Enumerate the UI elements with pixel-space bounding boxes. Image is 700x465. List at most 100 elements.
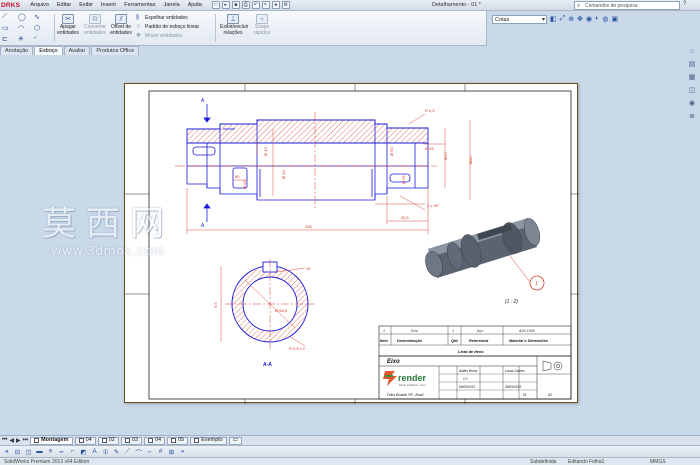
color-display-icon[interactable]: ◩ (79, 448, 88, 456)
circle-icon[interactable]: ◯ (18, 13, 34, 21)
sheet-tab-03[interactable]: 03 (120, 436, 142, 445)
menu-editar[interactable]: Editar (53, 2, 75, 8)
menu-exibir[interactable]: Exibir (75, 2, 97, 8)
section-view-label: A-A (263, 362, 272, 368)
app-logo: DRKS (1, 1, 21, 9)
scene-icon[interactable]: ▣ (611, 15, 618, 23)
offset-entities-button[interactable]: ⫽ Offset de entidades (108, 14, 134, 36)
resources-icon[interactable]: ⌂ (690, 48, 694, 55)
convert-entities-button[interactable]: ⧉ Converter entidades (82, 14, 108, 36)
relations-button[interactable]: ⊥ Exibir/excluir relações (220, 14, 248, 36)
bom-item: 1 (383, 329, 385, 333)
tab-anotacao[interactable]: Anotação (0, 46, 34, 55)
drawing-sheet[interactable]: A A 296 26,5 80 2 x 45° R 0,5 Ø70 Ø60 Ø … (124, 83, 579, 404)
save-icon[interactable]: ■ (231, 1, 240, 9)
help-icon[interactable]: ? (683, 1, 686, 7)
new-icon[interactable]: □ (211, 1, 220, 9)
rectangle-icon[interactable]: ▭ (2, 24, 18, 32)
last-sheet-icon[interactable]: ⏭ (23, 437, 28, 444)
fillet-icon[interactable]: ◜ (34, 35, 50, 43)
menu-inserir[interactable]: Inserir (97, 2, 120, 8)
arc-icon[interactable]: ◠ (18, 24, 34, 32)
grid-icon[interactable]: # (156, 448, 165, 455)
sheet-tab-04b[interactable]: 04 (143, 436, 166, 445)
open-icon[interactable]: ▸ (221, 1, 230, 9)
detail-balloon-label: 1 (535, 281, 538, 287)
graphics-area[interactable]: A A 296 26,5 80 2 x 45° R 0,5 Ø70 Ø60 Ø … (0, 55, 684, 435)
sheet-tab-02[interactable]: 02 (97, 436, 119, 445)
line-thickness-icon[interactable]: ≡ (46, 448, 55, 455)
options-icon[interactable]: ⚙ (281, 1, 290, 9)
move-entities-item[interactable]: ✥ Mover entidades (136, 32, 199, 41)
menu-ferramentas[interactable]: Ferramentas (120, 2, 159, 8)
search-input[interactable]: ⌕ Comandos de pesquisa (574, 1, 680, 10)
tab-produtos-office[interactable]: Produtos Office (91, 46, 140, 55)
hide-edge-icon[interactable]: ⌐ (68, 448, 77, 455)
zoom-fit-icon[interactable]: ⤢ (560, 15, 566, 23)
appearances-icon[interactable]: ◉ (689, 99, 695, 107)
file-explorer-icon[interactable]: ▦ (689, 73, 696, 81)
line-color-icon[interactable]: ▬ (35, 448, 44, 455)
trim-entities-button[interactable]: ✂ Apagar entidades (55, 14, 81, 36)
menu-janela[interactable]: Janela (159, 2, 183, 8)
menu-arquivo[interactable]: Arquivo (26, 2, 53, 8)
add-sheet-button[interactable]: ▭ (228, 436, 242, 445)
status-definition: Subdefinida (530, 459, 557, 465)
tab-avaliar[interactable]: Avaliar (63, 46, 91, 55)
zoom-area-icon[interactable]: ⊕ (568, 15, 574, 23)
font-icon[interactable]: A (90, 448, 99, 455)
pan-icon[interactable]: ✥ (577, 15, 583, 23)
display-style-icon[interactable]: ◉ (586, 15, 592, 23)
sheet-tab-04a[interactable]: 04 (74, 436, 96, 445)
sketch-icon[interactable]: ⟋ (123, 448, 132, 456)
polygon-icon[interactable]: ⬡ (34, 24, 50, 32)
print-icon[interactable]: ⎙ (241, 1, 250, 9)
layer-icon[interactable]: ◫ (24, 448, 33, 456)
view-palette-icon[interactable]: ◫ (689, 86, 696, 94)
design-library-icon[interactable]: ▤ (689, 60, 696, 68)
dim-mid-diameter: Ø60 (468, 156, 473, 164)
bom-qty: 1 (452, 329, 454, 333)
spline-icon[interactable]: ∿ (34, 13, 50, 21)
quick-snaps-button[interactable]: ⌖ Snaps rápidos (249, 14, 275, 36)
appearance-icon[interactable]: ◍ (602, 15, 608, 23)
prev-sheet-icon[interactable]: ◀ (9, 437, 14, 444)
select-icon[interactable]: ↖ (261, 1, 270, 9)
command-manager: ⟋ ◯ ∿ ▭ ◠ ⬡ ⊏ ✳ ◜ ✂ Apagar entidades ⧉ C… (0, 11, 487, 46)
align-center-icon[interactable]: ⊟ (13, 448, 22, 456)
note-icon[interactable]: ✎ (112, 448, 121, 456)
sketch-tools: ⟋ ◯ ∿ ▭ ◠ ⬡ ⊏ ✳ ◜ (2, 13, 52, 43)
format-value: A3 (547, 393, 552, 397)
sheet-tab-05[interactable]: 05 (167, 436, 189, 445)
more-tools-icon[interactable]: » (178, 448, 187, 455)
relations-icon: ⊥ (227, 14, 239, 24)
snap-grid-icon[interactable]: ⊞ (167, 448, 176, 456)
rebuild-icon[interactable]: ● (271, 1, 280, 9)
small-tools-column: ⫼ Espelhar entidades ⁘ Padrão de esboço li… (136, 14, 199, 41)
layer-properties-icon[interactable]: ◧ (550, 15, 557, 23)
mirror-entities-item[interactable]: ⫼ Espelhar entidades (136, 14, 199, 23)
drawn-by: Alafes Bruno (458, 369, 477, 373)
point-icon[interactable]: ✳ (18, 35, 34, 43)
layer-select[interactable]: Cotas (492, 15, 547, 24)
menu-ajuda[interactable]: Ajuda (184, 2, 206, 8)
bom-header-material: Material e Dimensões (509, 339, 548, 343)
line-icon[interactable]: ⟋ (2, 13, 18, 21)
sheet-tab-montagem[interactable]: Montagem (30, 436, 73, 445)
undo-icon[interactable]: ↶ (251, 1, 260, 9)
linear-pattern-item[interactable]: ⁘ Padrão de esboço linear (136, 23, 199, 32)
line-style-icon[interactable]: ┅ (57, 448, 66, 456)
quick-access-toolbar: □ ▸ ■ ⎙ ↶ ↖ ● ⚙ (211, 1, 290, 9)
slot-icon[interactable]: ⊏ (2, 35, 18, 43)
weld-icon[interactable]: ⌒ (134, 447, 143, 457)
sheet-tab-exemplo[interactable]: Exemplo (190, 436, 227, 445)
brand-subtitle: basic surfaces .com (399, 383, 426, 387)
align-left-icon[interactable]: ⫷ (2, 448, 11, 456)
next-sheet-icon[interactable]: ▶ (16, 437, 21, 444)
balloon-icon[interactable]: ① (101, 448, 110, 456)
first-sheet-icon[interactable]: ⏮ (2, 437, 7, 444)
custom-properties-icon[interactable]: ≣ (689, 112, 695, 120)
dimension-icon[interactable]: ↔ (145, 448, 154, 455)
hide-show-icon[interactable]: ◐ (595, 15, 599, 23)
tab-esboco[interactable]: Esboço (34, 46, 63, 55)
